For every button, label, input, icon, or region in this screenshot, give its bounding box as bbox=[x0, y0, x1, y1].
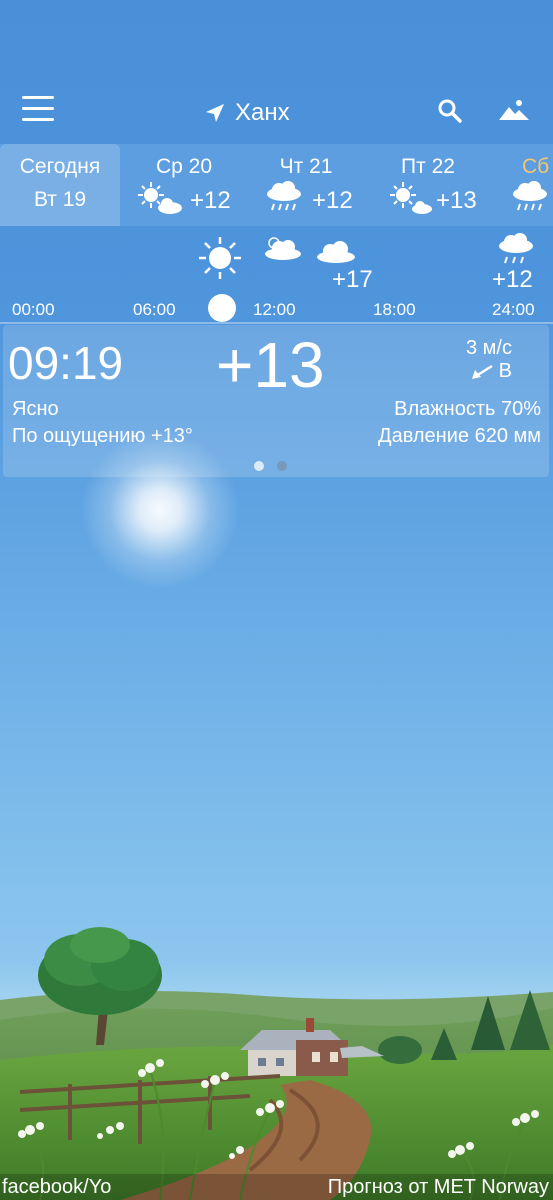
sun-cloud-icon bbox=[138, 182, 182, 214]
humidity: Влажность 70% bbox=[394, 398, 541, 420]
tab-wed-20[interactable]: Ср 20 +12 bbox=[124, 144, 244, 226]
tab-temp: +12 bbox=[312, 187, 353, 214]
time-label: 18:00 bbox=[373, 300, 416, 319]
landscape-illustration bbox=[0, 927, 553, 1200]
time-label: 00:00 bbox=[12, 300, 55, 319]
current-time: 09:19 bbox=[8, 337, 124, 389]
tab-sat[interactable]: Сб bbox=[490, 144, 553, 226]
pressure: Давление 620 мм bbox=[378, 425, 541, 447]
wind-info: 3 м/с В bbox=[466, 337, 512, 383]
location-name: Ханх bbox=[235, 99, 290, 126]
time-minutes: 19 bbox=[71, 337, 124, 389]
current-temp: +13 bbox=[216, 329, 325, 401]
rain-icon bbox=[499, 233, 533, 264]
location-arrow-icon bbox=[206, 104, 224, 122]
menu-icon[interactable] bbox=[22, 96, 54, 122]
wind-speed: 3 м/с bbox=[466, 337, 512, 359]
tab-label: Ср 20 bbox=[155, 155, 213, 178]
tab-temp: +12 bbox=[190, 187, 231, 214]
sun-cloud-icon bbox=[390, 182, 432, 214]
tab-label: Пт 22 bbox=[401, 155, 455, 178]
tab-label: Сегодня bbox=[19, 155, 101, 178]
condition-text: Ясно bbox=[12, 398, 59, 420]
tab-thu-21[interactable]: Чт 21 +12 bbox=[246, 144, 366, 226]
timeline-track bbox=[0, 322, 553, 324]
page-dot[interactable] bbox=[277, 461, 287, 471]
tab-date: Вт 19 bbox=[33, 188, 87, 211]
time-hours: 09 bbox=[8, 337, 60, 389]
hour-temp: +17 bbox=[332, 266, 373, 293]
search-icon[interactable] bbox=[437, 98, 463, 124]
wind-direction-icon bbox=[471, 364, 493, 379]
tab-fri-22[interactable]: Пт 22 +13 bbox=[368, 144, 488, 226]
facebook-link[interactable]: facebook/Yo bbox=[2, 1176, 111, 1199]
time-slider-knob[interactable] bbox=[208, 294, 236, 322]
sun-glow bbox=[80, 430, 240, 590]
wind-direction: В bbox=[498, 360, 512, 382]
rain-icon bbox=[267, 181, 301, 211]
mountain-icon[interactable] bbox=[498, 98, 530, 122]
rain-icon bbox=[513, 181, 547, 211]
time-label: 06:00 bbox=[133, 300, 176, 319]
tab-temp: +13 bbox=[436, 187, 477, 214]
location-button[interactable]: Ханх bbox=[205, 96, 290, 130]
tab-label: Сб bbox=[522, 155, 550, 178]
tab-label: Чт 21 bbox=[279, 155, 333, 178]
sun-icon bbox=[199, 237, 241, 279]
tab-today[interactable]: Сегодня Вт 19 bbox=[0, 144, 120, 226]
forecast-source-link[interactable]: Прогноз от MET Norway bbox=[328, 1176, 549, 1199]
time-label: 24:00 bbox=[492, 300, 535, 319]
cloud-icon bbox=[265, 237, 301, 260]
time-label: 12:00 bbox=[253, 300, 296, 319]
page-dot-active[interactable] bbox=[254, 461, 264, 471]
cloud-icon bbox=[317, 241, 355, 263]
hour-temp: +12 bbox=[492, 266, 533, 293]
day-tabs: Сегодня Вт 19 Ср 20 +12 Чт 21 +12 Пт 22 … bbox=[0, 144, 553, 226]
